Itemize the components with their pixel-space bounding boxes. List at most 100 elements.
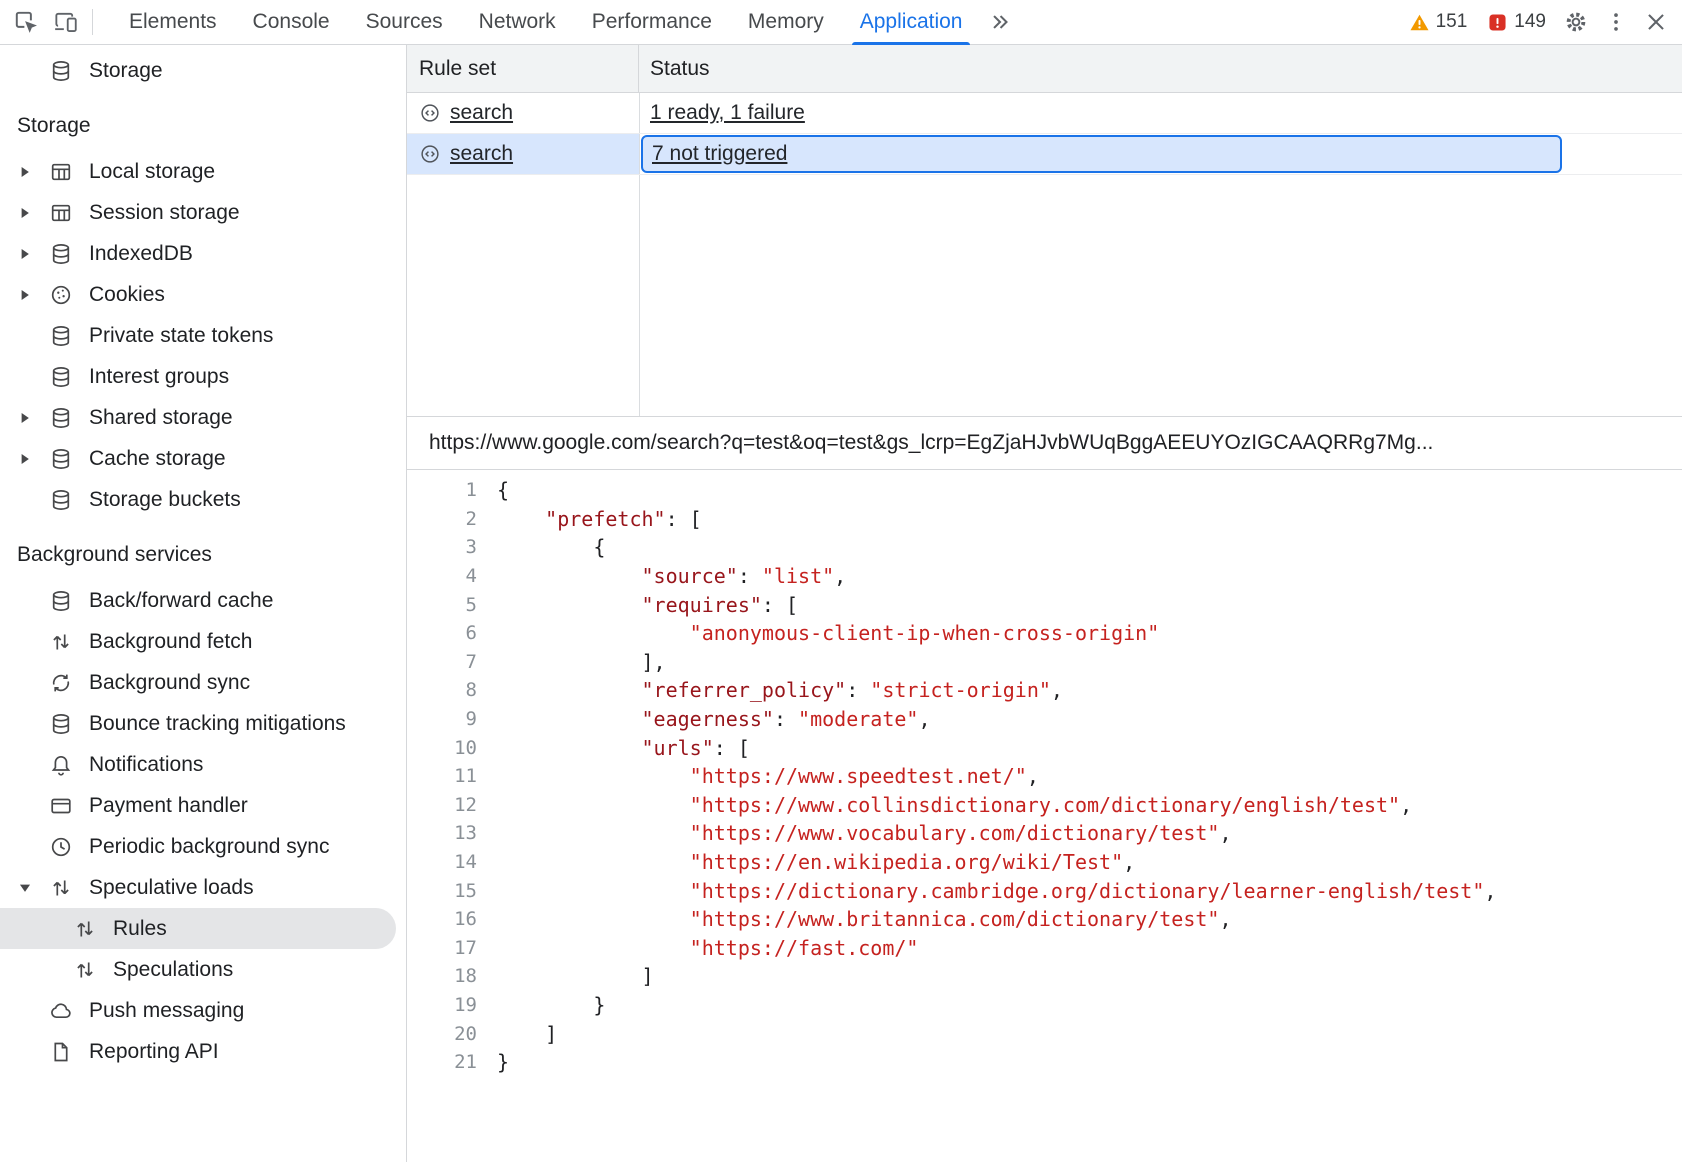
expand-arrow-icon[interactable]: [13, 248, 49, 260]
code-text: "urls": [: [497, 736, 750, 760]
code-line: 16 "https://www.britannica.com/dictionar…: [407, 905, 1682, 934]
chevrons-icon: [987, 9, 1013, 35]
expand-arrow-icon[interactable]: [13, 289, 49, 301]
tab-console[interactable]: Console: [235, 0, 348, 45]
sidebar-item-periodic-background-sync[interactable]: Periodic background sync: [0, 826, 406, 867]
code-line: 17 "https://fast.com/": [407, 934, 1682, 963]
sidebar-item-label: Reporting API: [89, 1040, 219, 1064]
sidebar-item-label: Interest groups: [89, 365, 229, 389]
tab-elements[interactable]: Elements: [111, 0, 235, 45]
sidebar-item-cookies[interactable]: Cookies: [0, 274, 406, 315]
code-icon: [419, 143, 441, 165]
column-header-status: Status: [639, 45, 1682, 92]
devtools-window: ElementsConsoleSourcesNetworkPerformance…: [0, 0, 1682, 1162]
code-line: 8 "referrer_policy": "strict-origin",: [407, 676, 1682, 705]
code-text: "eagerness": "moderate",: [497, 707, 931, 731]
status-link[interactable]: 1 ready, 1 failure: [650, 101, 805, 125]
inspect-element-button[interactable]: [6, 2, 46, 42]
expand-arrow-icon[interactable]: [13, 207, 49, 219]
sidebar-item-label: Bounce tracking mitigations: [89, 712, 346, 736]
line-number: 10: [407, 737, 477, 759]
expand-arrow-icon[interactable]: [13, 166, 49, 178]
clock-icon: [49, 835, 73, 859]
sidebar-item-shared-storage[interactable]: Shared storage: [0, 397, 406, 438]
table-icon: [49, 160, 73, 184]
tab-performance[interactable]: Performance: [574, 0, 730, 45]
code-line: 15 "https://dictionary.cambridge.org/dic…: [407, 876, 1682, 905]
tab-memory[interactable]: Memory: [730, 0, 842, 45]
issue-icon: [1487, 12, 1508, 33]
expand-arrow-icon[interactable]: [13, 412, 49, 424]
database-icon: [49, 242, 73, 266]
status-link[interactable]: 7 not triggered: [652, 142, 787, 166]
warnings-counter[interactable]: 151: [1399, 11, 1478, 33]
sidebar-item-indexeddb[interactable]: IndexedDB: [0, 233, 406, 274]
more-tabs-button[interactable]: [980, 2, 1020, 42]
sidebar-item-speculative-loads[interactable]: Speculative loads: [0, 867, 406, 908]
sidebar-item-label: Private state tokens: [89, 324, 273, 348]
sidebar-item-label: Local storage: [89, 160, 215, 184]
code-line: 13 "https://www.vocabulary.com/dictionar…: [407, 819, 1682, 848]
more-options-button[interactable]: [1596, 2, 1636, 42]
line-number: 12: [407, 794, 477, 816]
sidebar-item-cache-storage[interactable]: Cache storage: [0, 438, 406, 479]
sidebar-item-speculations[interactable]: Speculations: [0, 949, 406, 990]
devtools-toolbar: ElementsConsoleSourcesNetworkPerformance…: [0, 0, 1682, 45]
sidebar-item-session-storage[interactable]: Session storage: [0, 192, 406, 233]
line-number: 16: [407, 908, 477, 930]
rule-set-link[interactable]: search: [450, 101, 513, 125]
code-text: "source": "list",: [497, 564, 846, 588]
source-code-viewer: 1{2 "prefetch": [3 {4 "source": "list",5…: [407, 470, 1682, 1162]
code-text: ]: [497, 964, 654, 988]
tab-network[interactable]: Network: [461, 0, 574, 45]
sidebar-item-payment-handler[interactable]: Payment handler: [0, 785, 406, 826]
close-devtools-button[interactable]: [1636, 2, 1676, 42]
tab-application[interactable]: Application: [842, 0, 981, 45]
code-line: 4 "source": "list",: [407, 562, 1682, 591]
tab-sources[interactable]: Sources: [348, 0, 461, 45]
line-number: 20: [407, 1023, 477, 1045]
rule-set-row[interactable]: search 7 not triggered: [407, 134, 1682, 175]
updown-icon: [73, 917, 97, 941]
issues-counter[interactable]: 149: [1477, 11, 1556, 33]
line-number: 17: [407, 937, 477, 959]
line-number: 5: [407, 594, 477, 616]
sidebar-item-label: Speculative loads: [89, 876, 254, 900]
sidebar-item-bounce-tracking-mitigations[interactable]: Bounce tracking mitigations: [0, 703, 406, 744]
sidebar-item-push-messaging[interactable]: Push messaging: [0, 990, 406, 1031]
bell-icon: [49, 753, 73, 777]
database-icon: [49, 712, 73, 736]
code-line: 14 "https://en.wikipedia.org/wiki/Test",: [407, 848, 1682, 877]
panel-tabs: ElementsConsoleSourcesNetworkPerformance…: [111, 0, 980, 45]
sidebar-item-background-fetch[interactable]: Background fetch: [0, 621, 406, 662]
rule-set-row[interactable]: search 1 ready, 1 failure: [407, 93, 1682, 134]
sidebar-item-label: Shared storage: [89, 406, 233, 430]
sidebar-item-label: Cookies: [89, 283, 165, 307]
settings-button[interactable]: [1556, 2, 1596, 42]
sidebar-item-local-storage[interactable]: Local storage: [0, 151, 406, 192]
sidebar-item-back-forward-cache[interactable]: Back/forward cache: [0, 580, 406, 621]
sidebar-item-private-state-tokens[interactable]: Private state tokens: [0, 315, 406, 356]
sidebar-item-notifications[interactable]: Notifications: [0, 744, 406, 785]
code-line: 7 ],: [407, 648, 1682, 677]
sidebar-item-reporting-api[interactable]: Reporting API: [0, 1031, 406, 1072]
code-text: "https://www.vocabulary.com/dictionary/t…: [497, 821, 1232, 845]
sidebar-item-rules[interactable]: Rules: [0, 908, 396, 949]
sidebar-item-label: Rules: [113, 917, 167, 941]
line-number: 13: [407, 822, 477, 844]
sidebar-item-storage-buckets[interactable]: Storage buckets: [0, 479, 406, 520]
sidebar-item-label: Background sync: [89, 671, 250, 695]
toggle-device-toolbar-button[interactable]: [46, 2, 86, 42]
sidebar-item-background-sync[interactable]: Background sync: [0, 662, 406, 703]
status-cell: 7 not triggered: [639, 134, 1682, 174]
code-text: "https://fast.com/": [497, 936, 918, 960]
collapse-arrow-icon[interactable]: [13, 882, 49, 894]
document-icon: [49, 1040, 73, 1064]
rule-set-link[interactable]: search: [450, 142, 513, 166]
expand-arrow-icon[interactable]: [13, 453, 49, 465]
line-number: 2: [407, 508, 477, 530]
code-line: 19 }: [407, 991, 1682, 1020]
database-icon: [49, 589, 73, 613]
sidebar-item-interest-groups[interactable]: Interest groups: [0, 356, 406, 397]
sidebar-item-storage[interactable]: Storage: [0, 50, 406, 91]
